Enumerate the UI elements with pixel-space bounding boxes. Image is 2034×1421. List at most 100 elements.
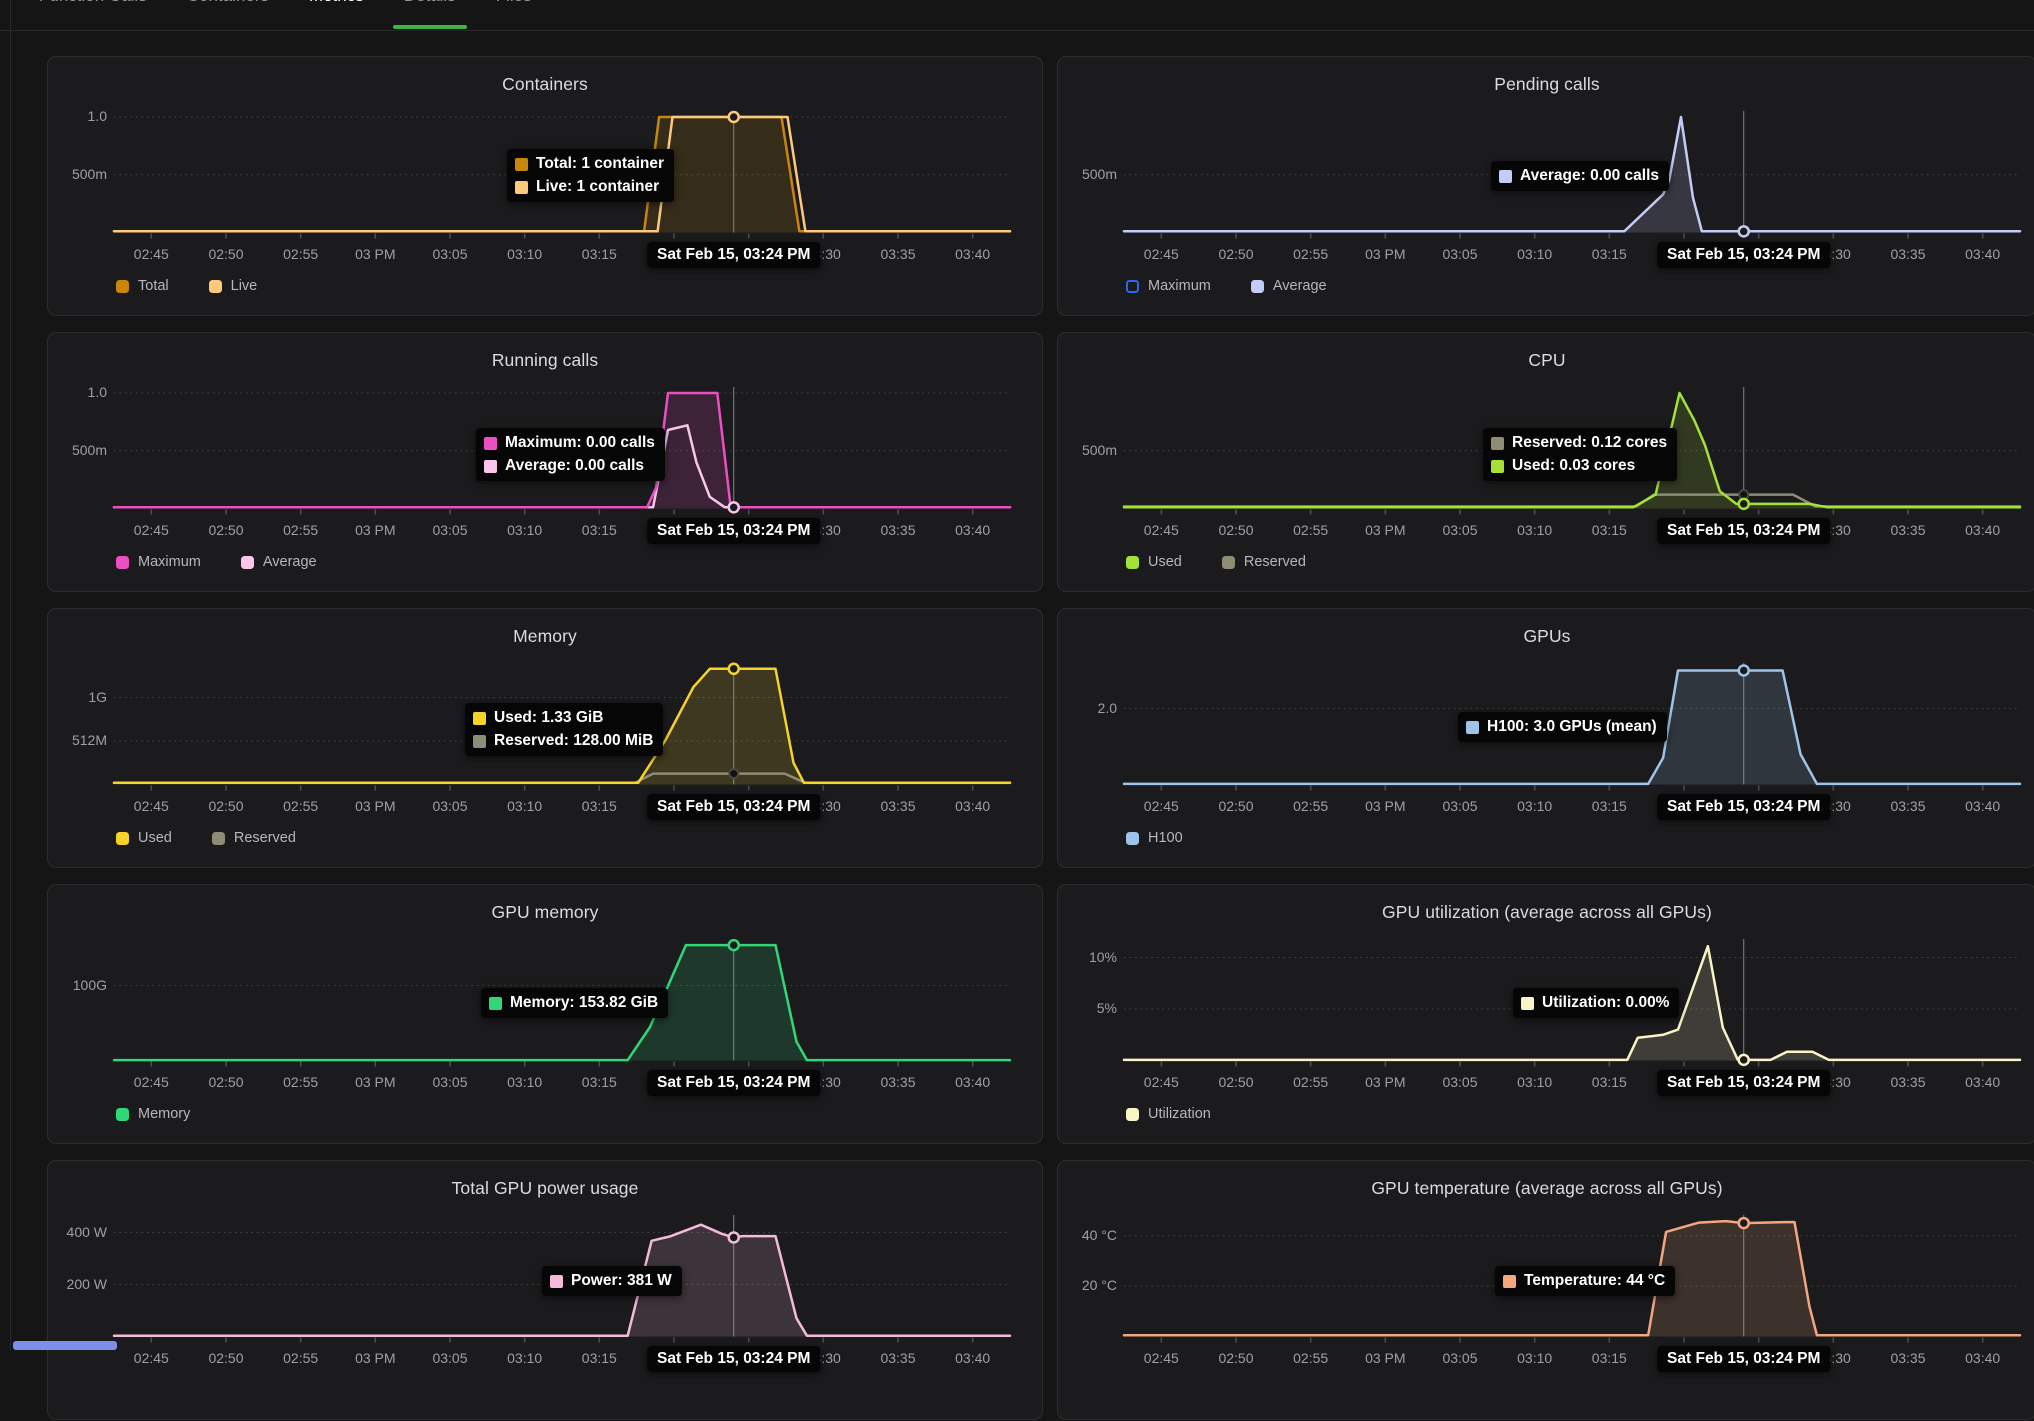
x-axis-label: 03:05 — [1428, 522, 1492, 538]
legend-swatch-icon — [1126, 280, 1139, 293]
chart-tooltip: Maximum: 0.00 callsAverage: 0.00 calls — [476, 428, 665, 481]
chart-card-running-calls: Running calls1.0500m02:4502:5002:5503 PM… — [47, 332, 1043, 592]
tooltip-value-text: Reserved: 0.12 cores — [1512, 434, 1667, 452]
legend-label: Used — [138, 830, 172, 846]
y-axis-label: 5% — [1061, 1000, 1117, 1016]
panel-left-border — [10, 0, 11, 1350]
legend-item-maximum[interactable]: Maximum — [1126, 278, 1211, 294]
x-axis-label: 02:45 — [119, 1350, 183, 1366]
x-axis-label: 03:40 — [941, 1350, 1005, 1366]
chart-tooltip: Memory: 153.82 GiB — [481, 988, 668, 1018]
x-axis-label: 03:10 — [1503, 1350, 1567, 1366]
x-axis-label: 03:40 — [1951, 798, 2015, 814]
legend-item-used[interactable]: Used — [1126, 554, 1182, 570]
x-axis-label: 03 PM — [343, 798, 407, 814]
x-axis-label: 03 PM — [343, 1074, 407, 1090]
tooltip-value-text: Memory: 153.82 GiB — [510, 994, 658, 1012]
x-axis-label: 02:50 — [194, 1074, 258, 1090]
legend-label: Reserved — [1244, 554, 1306, 570]
legend-item-average[interactable]: Average — [241, 554, 317, 570]
chart-card-gpu-utilization: GPU utilization (average across all GPUs… — [1057, 884, 2034, 1144]
legend-item-live[interactable]: Live — [209, 278, 258, 294]
legend-swatch-icon — [209, 280, 222, 293]
tooltip-swatch-icon — [515, 158, 528, 171]
legend-label: Total — [138, 278, 169, 294]
tooltip-swatch-icon — [1503, 1275, 1516, 1288]
tooltip-swatch-icon — [515, 181, 528, 194]
legend-item-reserved[interactable]: Reserved — [212, 830, 296, 846]
legend-item-reserved[interactable]: Reserved — [1222, 554, 1306, 570]
chart-tooltip: Utilization: 0.00% — [1513, 988, 1679, 1018]
x-axis-label: 02:55 — [1279, 522, 1343, 538]
legend-item-average[interactable]: Average — [1251, 278, 1327, 294]
chart-card-gpu-power: Total GPU power usage400 W200 W02:4502:5… — [47, 1160, 1043, 1420]
legend-swatch-icon — [116, 556, 129, 569]
tooltip-swatch-icon — [1491, 437, 1504, 450]
x-axis-label: 03:05 — [1428, 246, 1492, 262]
tab-bar-divider — [0, 30, 2034, 31]
legend-item-h100[interactable]: H100 — [1126, 830, 1183, 846]
x-axis-label: 03:40 — [1951, 246, 2015, 262]
legend-swatch-icon — [116, 1108, 129, 1121]
tab-files[interactable]: Files — [496, 0, 532, 6]
chart-card-gpu-memory: GPU memory100G02:4502:5002:5503 PM03:050… — [47, 884, 1043, 1144]
x-axis-label: 03:10 — [1503, 798, 1567, 814]
x-axis-label: 03 PM — [1353, 1074, 1417, 1090]
x-axis-label: 02:50 — [194, 522, 258, 538]
x-axis-label: 03 PM — [1353, 1350, 1417, 1366]
crosshair-time-tooltip: Sat Feb 15, 03:24 PM — [647, 1070, 820, 1096]
x-axis-label: 03:35 — [866, 246, 930, 262]
y-axis-label: 20 °C — [1061, 1277, 1117, 1293]
x-axis-label: 03:15 — [1577, 522, 1641, 538]
legend-swatch-icon — [212, 832, 225, 845]
x-axis-label: 02:55 — [1279, 246, 1343, 262]
x-axis-label: 02:50 — [1204, 1350, 1268, 1366]
tooltip-swatch-icon — [484, 437, 497, 450]
x-axis-label: 03:05 — [418, 522, 482, 538]
legend-label: Utilization — [1148, 1106, 1211, 1122]
legend-item-used[interactable]: Used — [116, 830, 172, 846]
tab-metrics[interactable]: Metrics — [309, 0, 364, 6]
legend-item-maximum[interactable]: Maximum — [116, 554, 201, 570]
x-axis-label: 03 PM — [1353, 522, 1417, 538]
tab-details[interactable]: Details — [404, 0, 456, 6]
y-axis-label: 200 W — [51, 1276, 107, 1292]
x-axis-label: 03:05 — [1428, 1074, 1492, 1090]
tab-function-calls[interactable]: Function Calls — [39, 0, 147, 6]
scroll-indicator[interactable] — [13, 1341, 117, 1350]
x-axis-label: 03:40 — [941, 1074, 1005, 1090]
legend-label: Average — [263, 554, 317, 570]
x-axis-label: 02:55 — [1279, 1074, 1343, 1090]
x-axis-label: 03:40 — [1951, 1074, 2015, 1090]
x-axis-label: 03 PM — [343, 246, 407, 262]
tab-containers[interactable]: Containers — [187, 0, 269, 6]
chart-legend: Used Reserved — [116, 830, 296, 846]
y-axis-label: 2.0 — [1061, 700, 1117, 716]
tooltip-value-text: Temperature: 44 °C — [1524, 1272, 1665, 1290]
chart-legend: Memory — [116, 1106, 190, 1122]
y-axis-label: 500m — [1061, 166, 1117, 182]
chart-tooltip: Total: 1 containerLive: 1 container — [507, 149, 674, 202]
x-axis-label: 03:35 — [866, 522, 930, 538]
chart-card-pending-calls: Pending calls500m02:4502:5002:5503 PM03:… — [1057, 56, 2034, 316]
chart-card-cpu: CPU500m02:4502:5002:5503 PM03:0503:1003:… — [1057, 332, 2034, 592]
chart-tooltip: Temperature: 44 °C — [1495, 1266, 1675, 1296]
legend-item-memory[interactable]: Memory — [116, 1106, 190, 1122]
x-axis-label: 03:05 — [418, 798, 482, 814]
x-axis-label: 03:10 — [1503, 522, 1567, 538]
x-axis-label: 02:55 — [269, 522, 333, 538]
x-axis-label: 02:50 — [194, 798, 258, 814]
x-axis-label: 02:45 — [1129, 522, 1193, 538]
active-tab-underline — [393, 25, 467, 29]
legend-item-utilization[interactable]: Utilization — [1126, 1106, 1211, 1122]
crosshair-time-tooltip: Sat Feb 15, 03:24 PM — [647, 242, 820, 268]
chart-card-gpu-temperature: GPU temperature (average across all GPUs… — [1057, 1160, 2034, 1420]
legend-swatch-icon — [241, 556, 254, 569]
x-axis-label: 02:45 — [1129, 1350, 1193, 1366]
x-axis-label: 03:35 — [866, 1074, 930, 1090]
y-axis-label: 500m — [1061, 442, 1117, 458]
x-axis-label: 03:40 — [941, 246, 1005, 262]
legend-label: Used — [1148, 554, 1182, 570]
legend-item-total[interactable]: Total — [116, 278, 169, 294]
tooltip-swatch-icon — [1521, 997, 1534, 1010]
